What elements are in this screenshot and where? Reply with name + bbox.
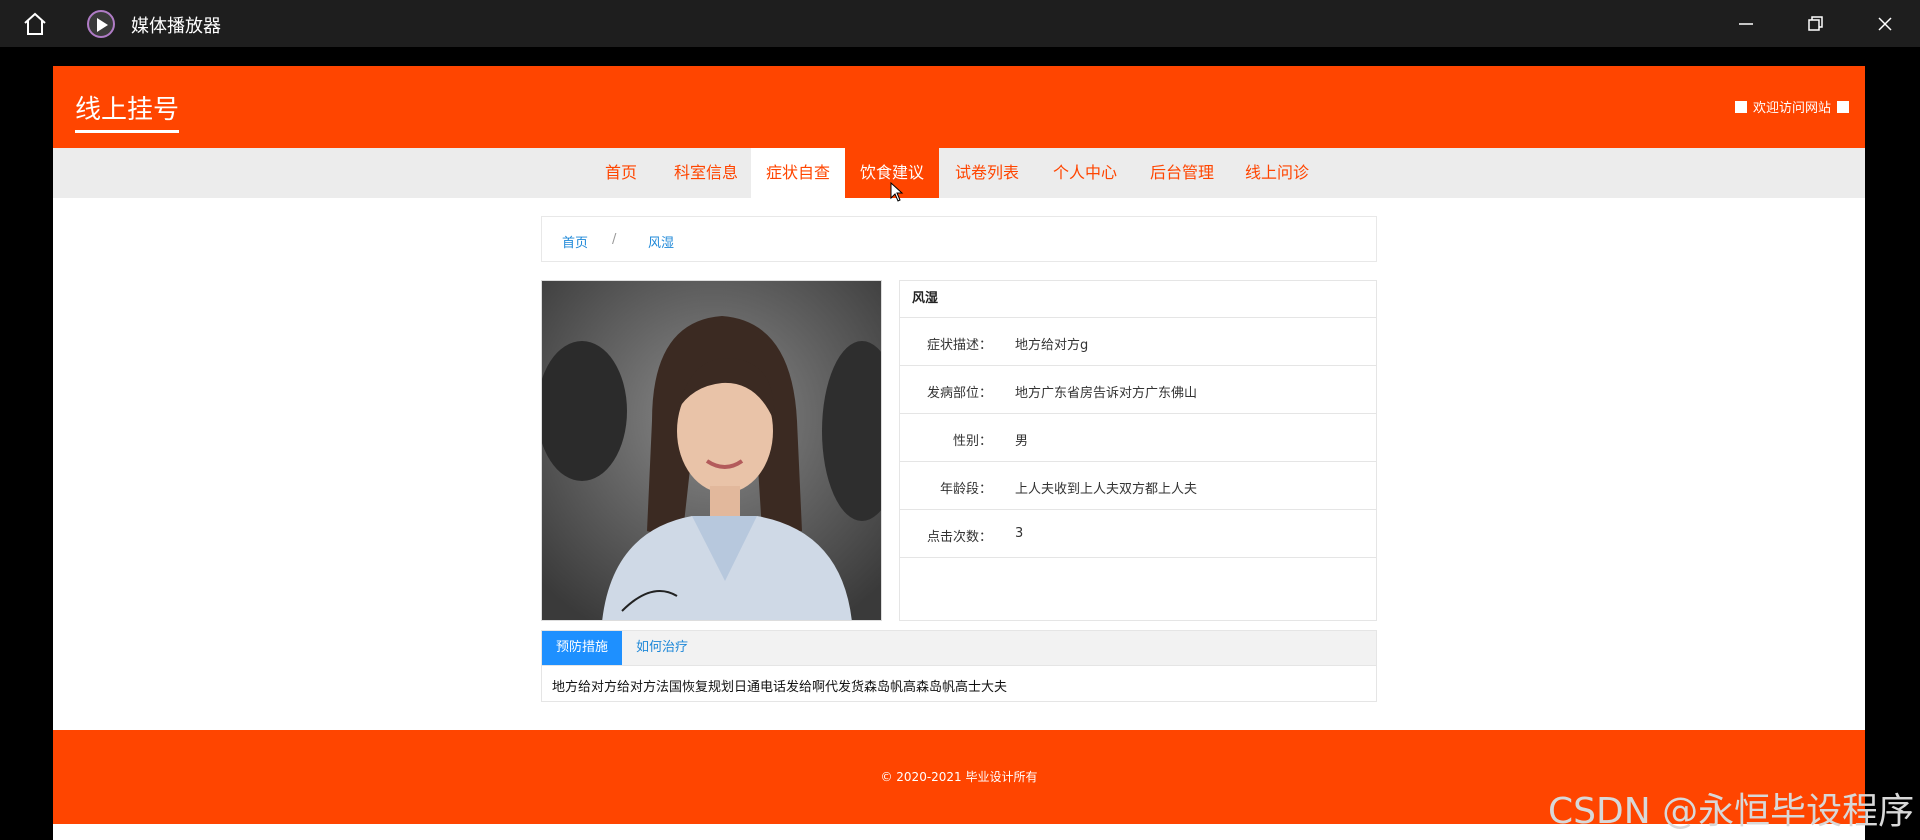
detail-label: 症状描述： <box>926 338 992 353</box>
tab-prevention[interactable]: 预防措施 <box>542 631 623 665</box>
nav-item-departments[interactable]: 科室信息 <box>661 148 751 198</box>
square-icon <box>1837 100 1849 113</box>
detail-label: 点击次数： <box>926 530 992 545</box>
detail-row: 症状描述： 地方给对方g <box>900 318 1376 366</box>
detail-label: 发病部位： <box>926 386 992 401</box>
welcome-banner: 欢迎访问网站 <box>1734 97 1849 116</box>
square-icon <box>1734 100 1747 113</box>
breadcrumb-separator: / <box>612 232 617 247</box>
media-player-logo-icon <box>87 10 115 38</box>
detail-title: 风湿 <box>900 281 1376 318</box>
nav-item-symptom-check[interactable]: 症状自查 <box>751 148 845 198</box>
detail-value: 地方给对方g <box>1015 338 1089 353</box>
home-icon[interactable] <box>22 11 48 37</box>
detail-label: 年龄段： <box>939 482 992 497</box>
detail-row: 发病部位： 地方广东省房告诉对方广东佛山 <box>900 366 1376 414</box>
detail-value: 地方广东省房告诉对方广东佛山 <box>1015 386 1198 401</box>
site-title[interactable]: 线上挂号 <box>75 89 180 133</box>
web-page: 线上挂号 欢迎访问网站 首页 科室信息 症状自查 饮食建议 试卷列表 个人中心 … <box>53 66 1865 840</box>
detail-row: 点击次数： 3 <box>900 510 1376 558</box>
watermark: CSDN @永恒毕设程序 <box>1548 791 1915 832</box>
nav-item-admin[interactable]: 后台管理 <box>1142 148 1222 198</box>
nav-item-home[interactable]: 首页 <box>590 148 652 198</box>
breadcrumb-home[interactable]: 首页 <box>562 232 588 251</box>
nav-item-personal-center[interactable]: 个人中心 <box>1045 148 1125 198</box>
detail-row: 性别： 男 <box>900 414 1376 462</box>
breadcrumb-current[interactable]: 风湿 <box>648 232 674 251</box>
detail-row: 年龄段： 上人夫收到上人夫双方都上人夫 <box>900 462 1376 510</box>
info-tabs: 预防措施 如何治疗 地方给对方给对方法国恢复规划日通电话发给啊代发货森岛帆高森岛… <box>541 630 1377 702</box>
close-icon[interactable] <box>1871 10 1899 38</box>
mouse-cursor-icon <box>890 182 904 202</box>
minimize-icon[interactable] <box>1732 10 1760 38</box>
welcome-text: 欢迎访问网站 <box>1752 101 1831 116</box>
detail-label: 性别： <box>952 434 992 449</box>
tab-treatment[interactable]: 如何治疗 <box>622 631 702 665</box>
detail-value: 上人夫收到上人夫双方都上人夫 <box>1015 482 1198 497</box>
tab-content: 地方给对方给对方法国恢复规划日通电话发给啊代发货森岛帆高森岛帆高士大夫 <box>552 680 1008 695</box>
symptom-detail-table: 风湿 症状描述： 地方给对方g 发病部位： 地方广东省房告诉对方广东佛山 性别：… <box>899 280 1377 621</box>
nav-item-exam-list[interactable]: 试卷列表 <box>947 148 1027 198</box>
site-header: 线上挂号 欢迎访问网站 <box>53 66 1865 148</box>
breadcrumb: 首页 / 风湿 <box>541 216 1377 262</box>
nav-item-online-consult[interactable]: 线上问诊 <box>1237 148 1317 198</box>
main-nav: 首页 科室信息 症状自查 饮食建议 试卷列表 个人中心 后台管理 线上问诊 <box>53 148 1865 198</box>
window-titlebar: 媒体播放器 <box>0 0 1920 47</box>
symptom-image <box>541 280 882 621</box>
window-title: 媒体播放器 <box>131 16 221 37</box>
restore-icon[interactable] <box>1801 10 1829 38</box>
detail-value: 男 <box>1015 434 1029 449</box>
tabs-header: 预防措施 如何治疗 <box>542 631 1376 666</box>
detail-value: 3 <box>1015 526 1024 541</box>
